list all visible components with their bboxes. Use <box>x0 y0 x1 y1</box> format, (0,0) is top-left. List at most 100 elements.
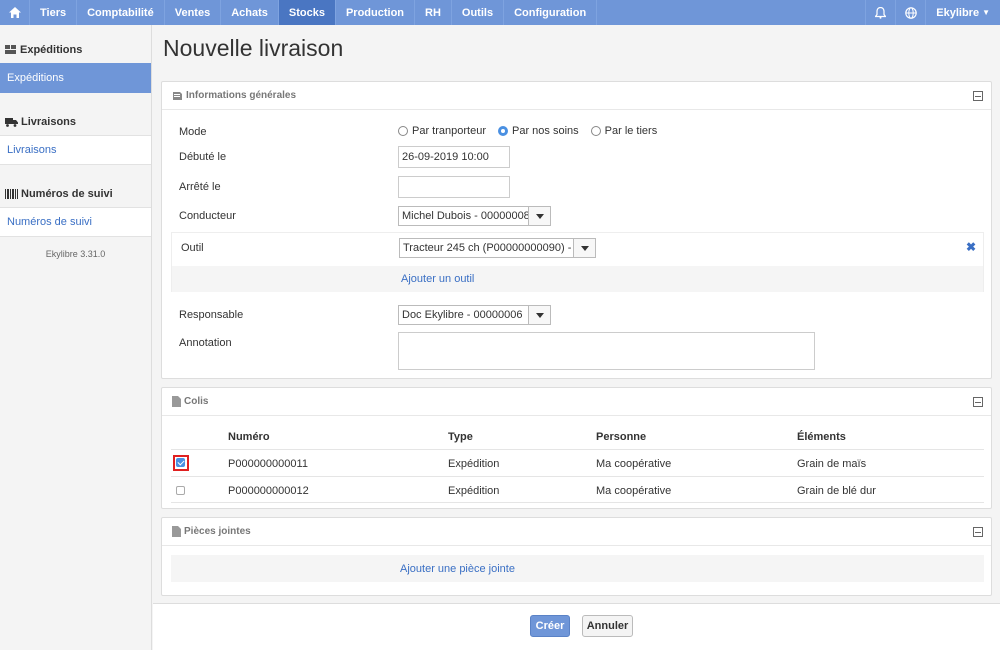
nav-achats[interactable]: Achats <box>221 0 279 25</box>
parcels-panel: Colis Numéro Type Personne Éléments P000… <box>161 387 992 509</box>
caret-down-icon: ▼ <box>982 8 990 17</box>
row-divider <box>171 476 984 477</box>
radio-checked-icon <box>497 126 508 136</box>
cancel-button[interactable]: Annuler <box>582 615 633 637</box>
general-info-panel: Informations générales Mode Par tranport… <box>161 81 992 379</box>
language-button[interactable] <box>895 0 925 25</box>
nav-stocks[interactable]: Stocks <box>278 0 336 25</box>
tool-select[interactable]: Tracteur 245 ch (P00000000090) - <box>399 238 596 258</box>
cell-person: Ma coopérative <box>596 485 672 497</box>
sidebar-item-livraisons[interactable]: Livraisons <box>0 135 151 165</box>
started-label: Débuté le <box>179 151 227 163</box>
sidebar: Expéditions Expéditions Livraisons Livra… <box>0 25 152 650</box>
nav-configuration[interactable]: Configuration <box>504 0 598 25</box>
book-icon <box>173 91 182 100</box>
mode-option-transporteur[interactable]: Par tranporteur <box>398 125 486 137</box>
file-icon <box>172 396 181 407</box>
collapse-button[interactable] <box>973 397 983 407</box>
dropdown-arrow-icon <box>528 306 550 324</box>
sidebar-heading-label: Numéros de suivi <box>21 188 113 200</box>
bell-icon <box>875 6 887 19</box>
nav-outils[interactable]: Outils <box>452 0 505 25</box>
mode-label: Mode <box>179 126 207 138</box>
stopped-label: Arrêté le <box>179 181 221 193</box>
globe-icon <box>904 6 917 19</box>
add-tool-link[interactable]: Ajouter un outil <box>401 273 474 285</box>
barcode-icon <box>5 189 18 199</box>
panel-title: Colis <box>184 396 209 407</box>
file-icon <box>172 526 181 537</box>
radio-icon <box>590 126 601 136</box>
option-label: Par tranporteur <box>412 125 486 137</box>
nav-production[interactable]: Production <box>336 0 416 25</box>
col-header-personne: Personne <box>596 431 647 443</box>
form-actions: Créer Annuler <box>153 603 1000 650</box>
cell-number: P000000000012 <box>228 485 309 497</box>
annotation-field[interactable] <box>398 332 815 370</box>
nav-tiers[interactable]: Tiers <box>30 0 78 25</box>
cell-type: Expédition <box>448 458 500 470</box>
sidebar-heading-label: Livraisons <box>21 116 77 128</box>
home-icon <box>8 7 21 18</box>
user-name: Ekylibre <box>936 6 980 19</box>
sidebar-heading-expeditions: Expéditions <box>0 37 151 63</box>
boxes-icon <box>5 45 16 54</box>
sidebar-item-expeditions[interactable]: Expéditions <box>0 63 151 93</box>
remove-tool-icon[interactable]: ✖ <box>966 240 976 254</box>
top-navbar: Tiers Comptabilité Ventes Achats Stocks … <box>0 0 1000 25</box>
option-label: Par le tiers <box>604 125 658 137</box>
sidebar-item-numeros-de-suivi[interactable]: Numéros de suivi <box>0 207 151 237</box>
add-attachment-link[interactable]: Ajouter une pièce jointe <box>400 563 515 575</box>
cell-items: Grain de blé dur <box>797 485 876 497</box>
tool-label: Outil <box>181 242 204 254</box>
nav-rh[interactable]: RH <box>415 0 452 25</box>
create-button[interactable]: Créer <box>530 615 570 637</box>
mode-radio-group: Par tranporteur Par nos soins Par le tie… <box>398 125 669 137</box>
nav-comptabilite[interactable]: Comptabilité <box>77 0 165 25</box>
notifications-button[interactable] <box>865 0 895 25</box>
attachments-panel: Pièces jointes Ajouter une pièce jointe <box>161 517 992 596</box>
cell-number: P000000000011 <box>228 458 308 470</box>
driver-select[interactable]: Michel Dubois - 00000008 <box>398 206 551 226</box>
mode-option-nos-soins[interactable]: Par nos soins <box>497 125 579 137</box>
dropdown-arrow-icon <box>528 207 550 225</box>
dropdown-arrow-icon <box>573 239 595 257</box>
col-header-elements: Éléments <box>797 431 846 443</box>
truck-icon <box>5 118 18 127</box>
home-button[interactable] <box>0 0 30 25</box>
stopped-at-field[interactable] <box>398 176 510 198</box>
cell-type: Expédition <box>448 485 500 497</box>
sidebar-heading-livraisons: Livraisons <box>0 109 151 135</box>
responsible-value: Doc Ekylibre - 00000006 <box>402 309 523 321</box>
row-checkbox[interactable] <box>176 486 185 495</box>
driver-label: Conducteur <box>179 210 236 222</box>
started-at-field[interactable]: 26-09-2019 10:00 <box>398 146 510 168</box>
collapse-button[interactable] <box>973 91 983 101</box>
col-header-numero: Numéro <box>228 431 270 443</box>
row-divider <box>171 449 984 450</box>
sidebar-heading-numeros: Numéros de suivi <box>0 181 151 207</box>
panel-header: Informations générales <box>162 82 991 110</box>
panel-title: Informations générales <box>186 90 297 101</box>
main-content: Nouvelle livraison Informations générale… <box>153 25 1000 650</box>
app-version: Ekylibre 3.31.0 <box>45 249 106 259</box>
col-header-type: Type <box>448 431 473 443</box>
row-divider <box>171 502 984 503</box>
responsible-select[interactable]: Doc Ekylibre - 00000006 <box>398 305 551 325</box>
nav-ventes[interactable]: Ventes <box>165 0 222 25</box>
driver-value: Michel Dubois - 00000008 <box>402 210 530 222</box>
sidebar-heading-label: Expéditions <box>20 44 83 56</box>
row-checkbox[interactable] <box>176 458 185 467</box>
panel-title: Pièces jointes <box>184 526 251 537</box>
cell-person: Ma coopérative <box>596 458 672 470</box>
add-tool-bar: Ajouter un outil <box>172 266 983 292</box>
page-title: Nouvelle livraison <box>163 35 344 61</box>
collapse-button[interactable] <box>973 527 983 537</box>
responsible-label: Responsable <box>179 309 244 321</box>
mode-option-tiers[interactable]: Par le tiers <box>590 125 658 137</box>
tool-value: Tracteur 245 ch (P00000000090) - <box>403 242 572 254</box>
radio-icon <box>398 126 408 136</box>
user-menu[interactable]: Ekylibre ▼ <box>925 0 1000 25</box>
panel-header: Pièces jointes <box>162 518 991 546</box>
cell-items: Grain de maïs <box>797 458 867 470</box>
